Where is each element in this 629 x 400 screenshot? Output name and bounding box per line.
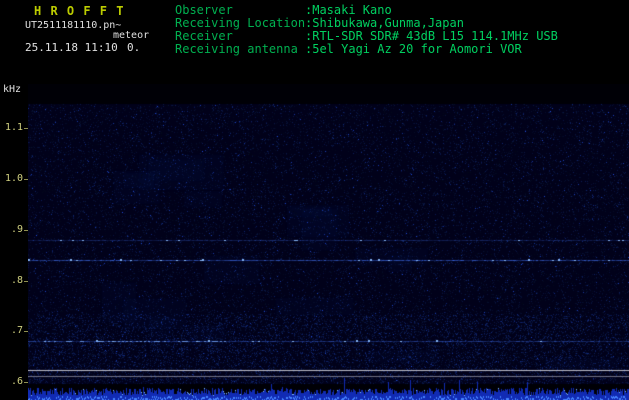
capture-filename: UT2511181110.pn~ bbox=[25, 20, 122, 31]
app-logo: H R O F F T bbox=[34, 4, 125, 18]
datetime-label: 25.11.18 11:10 bbox=[25, 41, 118, 54]
mode-label: meteor bbox=[113, 30, 150, 41]
y-tick-label: .8 bbox=[10, 275, 23, 286]
info-value-receiving-antenna: :5el Yagi Az 20 for Aomori VOR bbox=[305, 42, 522, 56]
y-tick-label: 1.0 bbox=[4, 173, 23, 184]
y-tick-label: .6 bbox=[10, 376, 23, 387]
spectrogram-canvas bbox=[28, 84, 629, 400]
y-tick-label: 1.1 bbox=[4, 122, 23, 133]
echo-count: 0. bbox=[127, 41, 141, 54]
y-tick-label: .7 bbox=[10, 325, 23, 336]
y-axis-unit: kHz bbox=[3, 84, 22, 95]
y-tick-label: .9 bbox=[10, 224, 23, 235]
info-label-receiving-antenna: Receiving antenna bbox=[175, 42, 298, 56]
